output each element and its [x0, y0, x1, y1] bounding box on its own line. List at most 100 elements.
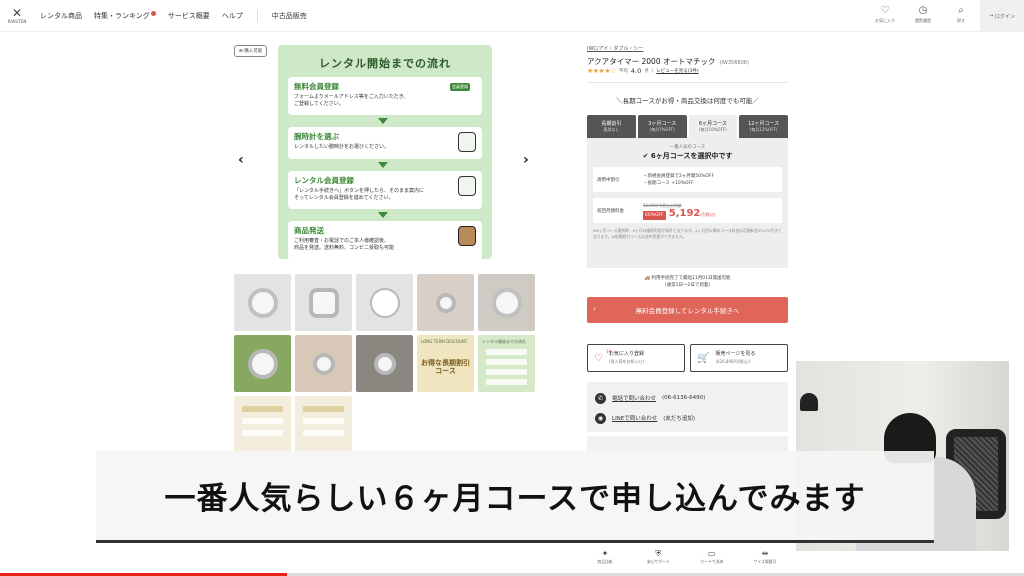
watch-side-icon	[308, 287, 339, 318]
favorite-count: 34	[606, 349, 612, 354]
watch-wrist-icon	[435, 292, 456, 313]
mini-step	[486, 379, 527, 385]
discount-2: ・長期コース +10%OFF	[643, 180, 694, 186]
rating-row: ★★★★☆ 平均 4.0 点 / レビューを見る(3件)	[587, 67, 699, 75]
step-4-desc: ご利用審査・お電話でのご本人様確認後、 商品を発送。送料無料、コンビニ受取も可能	[294, 238, 476, 252]
thumbnail-9-long-term[interactable]: LONG TERM DISCOUNT お得な長期割引コース	[417, 335, 474, 392]
first-fee-label: 初回月額料金	[597, 208, 624, 214]
flow-arrow-down-icon	[378, 118, 388, 124]
add-favorite-button[interactable]: ♡ 34 お気に入り登録 (再入荷をお知らせ)	[587, 344, 685, 372]
tab-sub: (毎月10%OFF)	[698, 127, 727, 132]
thumbnail-6[interactable]	[234, 335, 291, 392]
phone-contact-link[interactable]: ✆ 電話で問い合わせ (06-6136-6490)	[595, 388, 780, 408]
thumbnail-7[interactable]	[295, 335, 352, 392]
mini-step	[242, 430, 283, 436]
login-label: ログイン	[994, 13, 1015, 20]
resize-icon: ⇹	[761, 549, 769, 558]
course-note: ※6ヶ月コース選択時、6ヶ月の継続利用が条件となります。2ヶ月目以降のコース料金…	[593, 228, 782, 239]
thumbnail-grid: LONG TERM DISCOUNT お得な長期割引コース レンタル開始までの流れ	[234, 274, 535, 453]
divider: /	[651, 68, 654, 74]
watch-back-icon	[369, 287, 400, 318]
thumb-10-label: レンタル開始までの流れ	[482, 339, 526, 344]
watch-wrist-icon	[312, 352, 335, 375]
promo-text: ＼長期コースがお得・商品交換は何度でも可能／	[616, 97, 759, 105]
thumbnail-4[interactable]	[417, 274, 474, 331]
view-sale-page-button[interactable]: 🛒 販売ページを見る (426,800円(税込))	[690, 344, 788, 372]
flow-arrow-down-icon	[378, 212, 388, 218]
tab-12-months[interactable]: 12ヶ月コース (毎月12%OFF)	[739, 115, 788, 138]
nav-used[interactable]: 中古品販売	[272, 11, 307, 21]
history-button[interactable]: ◷ 閲覧履歴	[908, 4, 938, 24]
favorite-label: お気に入り登録	[608, 350, 644, 357]
nav-service[interactable]: サービス概要	[168, 11, 210, 21]
brand-link[interactable]: IWC/アイ・ダブル・シー	[587, 45, 643, 52]
thumbnail-5[interactable]	[478, 274, 535, 331]
search-icon: ⌕	[958, 5, 964, 16]
price-values: 12,980円(税込)/月額 60%OFF 5,192円(税込)	[643, 202, 716, 220]
nav-feature-ranking[interactable]: 特集・ランキング	[94, 10, 156, 21]
favorites-button[interactable]: ♡ お気に入り	[870, 4, 900, 24]
flow-step-4: 商品発送 ご利用審査・お電話でのご本人様確認後、 商品を発送。送料無料、コンビニ受…	[288, 221, 482, 259]
tab-sub: (毎月12%OFF)	[749, 127, 778, 132]
sale-label: 販売ページを見る	[715, 350, 756, 357]
flow-arrow-down-icon	[378, 162, 388, 168]
flow-title: レンタル開始までの流れ	[319, 57, 451, 70]
lamp-shape	[800, 393, 818, 411]
rating-stars-icon: ★★★★☆	[587, 67, 616, 75]
product-name: アクアタイマー 2000 オートマチック (IW356806)	[587, 56, 749, 67]
sale-sub: (426,800円(税込))	[715, 358, 751, 364]
step-1-desc-line2: ご登録してください。	[294, 101, 344, 107]
compare-feature[interactable]: ✦ 商品比較	[585, 548, 625, 570]
popular-label: 一番人気のコース	[669, 145, 706, 150]
video-caption-bar: 一番人気らしい６ヶ月コースで申し込んでみます	[96, 451, 934, 543]
mini-step	[303, 430, 344, 436]
thumbnail-1[interactable]	[234, 274, 291, 331]
search-button[interactable]: ⌕ 探す	[946, 4, 976, 24]
size-adjust-feature[interactable]: ⇹ サイズ調整可	[745, 548, 785, 570]
flow-step-3: レンタル会員登録 「レンタル手続きへ」ボタンを押したら、そのまま案内に そってレン…	[288, 171, 482, 209]
line-label: LINEで問い合わせ	[612, 416, 658, 422]
thumbnail-10-flow[interactable]: レンタル開始までの流れ	[478, 335, 535, 392]
nav-divider	[256, 9, 258, 22]
tab-3-months[interactable]: 3ヶ月コース (毎月7%OFF)	[637, 115, 687, 138]
step-1-title: 無料会員登録	[294, 82, 339, 91]
site-logo[interactable]: ✕ RAKUTEN	[2, 0, 32, 32]
form-phone-icon	[458, 176, 476, 196]
thumbnail-8[interactable]	[356, 335, 413, 392]
nav-help[interactable]: ヘルプ	[222, 11, 243, 21]
register-and-rent-button[interactable]: › 無料会員登録してレンタル手続きへ	[587, 297, 788, 323]
thumb-9-small-label: LONG TERM DISCOUNT	[421, 339, 468, 344]
mini-step	[486, 369, 527, 375]
main-nav: レンタル商品 特集・ランキング サービス概要 ヘルプ 中古品販売	[40, 9, 307, 22]
support-feature[interactable]: ⛨ 安心サポート	[638, 548, 678, 570]
discount-values: ・新規会員登録で2ヶ月間50%OFF ・長期コース +10%OFF	[643, 173, 714, 187]
login-button[interactable]: ⇥ ログイン	[980, 0, 1024, 32]
chevron-right-icon: ›	[593, 305, 596, 313]
nav-rental[interactable]: レンタル商品	[40, 11, 82, 21]
heart-icon: ♡	[880, 5, 890, 16]
truck-icon: 🚚	[644, 276, 651, 281]
tab-no-discount[interactable]: 長期割引 適用なし	[587, 115, 636, 138]
step-2-desc: レンタルしたい腕時計をお選びください。	[294, 144, 390, 150]
smartphone-icon	[458, 132, 476, 152]
thumbnail-12[interactable]	[295, 396, 352, 453]
tab-sub: 適用なし	[603, 127, 620, 132]
video-caption: 一番人気らしい６ヶ月コースで申し込んでみます	[164, 481, 866, 517]
line-contact-link[interactable]: ◉ LINEで問い合わせ (友だち追加)	[595, 408, 780, 428]
next-arrow-icon[interactable]: ›	[523, 152, 529, 168]
watch-wrist-icon	[491, 287, 522, 318]
tab-6-months[interactable]: 6ヶ月コース (毎月10%OFF)	[688, 115, 738, 138]
cart-icon: 🛒	[697, 352, 710, 364]
login-icon: ⇥	[989, 13, 994, 19]
selected-course: ✔ 6ヶ月コースを選択中です	[593, 151, 782, 161]
tab-label: 12ヶ月コース	[748, 121, 780, 127]
review-link[interactable]: レビューを見る(3件)	[656, 68, 698, 74]
prev-arrow-icon[interactable]: ‹	[238, 152, 244, 168]
thumbnail-2[interactable]	[295, 274, 352, 331]
card-payment-feature[interactable]: ▭ カードで決済	[692, 548, 732, 570]
flow-step-1: 無料会員登録 フォームよりメールアドレス等をご入力いただき、 ご登録してください。…	[288, 77, 482, 115]
thumbnail-3[interactable]	[356, 274, 413, 331]
discount-1: ・新規会員登録で2ヶ月間50%OFF	[643, 173, 715, 179]
thumbnail-11[interactable]	[234, 396, 291, 453]
size-label: サイズ調整可	[753, 559, 777, 564]
